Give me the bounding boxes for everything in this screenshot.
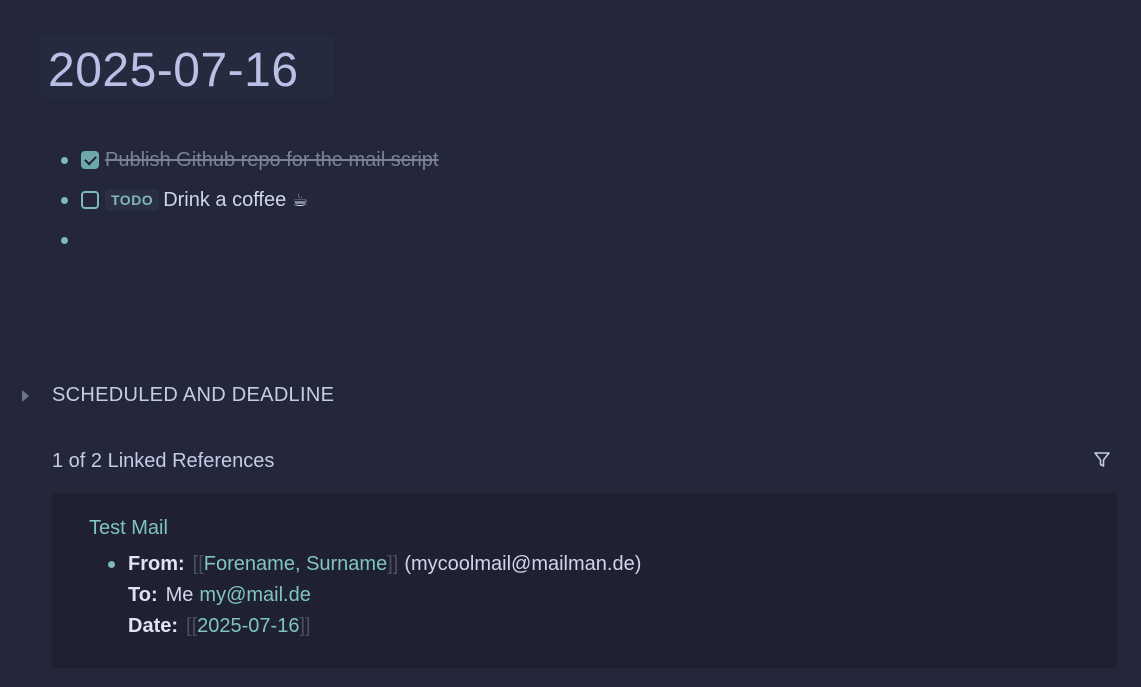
from-email: (mycoolmail@mailman.de) (404, 553, 642, 575)
from-key: From: (128, 553, 185, 575)
bracket-open: [[ (186, 615, 198, 637)
bullet-icon[interactable] (61, 156, 68, 164)
block-item-todo[interactable]: TODO Drink a coffee ☕ (58, 180, 439, 220)
bracket-close: ]] (387, 553, 399, 575)
from-page-link[interactable]: Forename, Surname (204, 553, 387, 576)
reference-block[interactable]: From: [[ Forename, Surname ]] (mycoolmai… (108, 549, 641, 642)
block-item-done[interactable]: Publish Github repo for the mail script (58, 140, 439, 180)
scheduled-section-label[interactable]: SCHEDULED AND DEADLINE (52, 384, 334, 407)
triangle-right-icon[interactable] (22, 389, 29, 402)
checkmark-icon (83, 152, 97, 165)
date-line: Date: [[ 2025-07-16 ]] (128, 611, 641, 642)
bullet-icon[interactable] (61, 196, 68, 204)
bullet-icon[interactable] (108, 561, 115, 568)
reference-page-link[interactable]: Test Mail (89, 517, 168, 540)
todo-marker[interactable]: TODO (105, 189, 160, 211)
linked-references-header[interactable]: 1 of 2 Linked References (52, 450, 274, 473)
from-line: From: [[ Forename, Surname ]] (mycoolmai… (128, 549, 641, 580)
bullet-icon[interactable] (61, 236, 68, 244)
journal-page: 2025-07-16 Publish Github repo for the m… (0, 0, 1141, 687)
date-page-link[interactable]: 2025-07-16 (197, 615, 299, 638)
checkbox-checked-icon[interactable] (81, 151, 99, 169)
bracket-close: ]] (299, 615, 311, 637)
page-title[interactable]: 2025-07-16 (48, 40, 299, 102)
to-key: To: (128, 584, 158, 606)
reference-card: Test Mail From: [[ Forename, Surname ]] … (52, 493, 1117, 668)
coffee-icon: ☕ (292, 189, 309, 211)
block-text[interactable]: Publish Github repo for the mail script (105, 149, 439, 172)
block-item-empty[interactable] (58, 220, 439, 260)
checkbox-unchecked-icon[interactable] (81, 191, 99, 209)
bracket-open: [[ (192, 553, 204, 575)
filter-icon[interactable] (1092, 450, 1112, 470)
date-key: Date: (128, 615, 179, 637)
to-name: Me (165, 584, 194, 606)
block-text[interactable]: Drink a coffee (163, 189, 286, 212)
block-list: Publish Github repo for the mail script … (58, 140, 439, 260)
scheduled-section-toggle[interactable]: SCHEDULED AND DEADLINE (22, 384, 334, 407)
to-email-link[interactable]: my@mail.de (199, 584, 310, 607)
to-line: To: Me my@mail.de (128, 580, 641, 611)
